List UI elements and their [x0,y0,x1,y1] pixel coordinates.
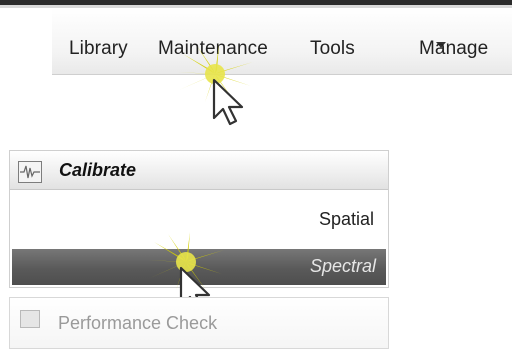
menu-item-label: Spatial [318,209,374,229]
menu-maintenance[interactable]: Maintenance [158,38,268,60]
calibrate-panel: Calibrate Spatial Spectral [9,150,389,288]
menu-bar: Library Maintenance Tools Manage [52,8,512,75]
waveform-icon [18,161,42,183]
menu-manage[interactable]: Manage [419,38,488,60]
menu-library[interactable]: Library [69,38,128,60]
calibrate-panel-header[interactable]: Calibrate [10,151,388,190]
arrow-cursor-icon [212,78,244,126]
section-label: Performance Check [58,313,218,333]
menu-item-spectral[interactable]: Spectral [12,249,386,285]
menu-item-label: Spectral [309,256,376,276]
panel-title: Calibrate [59,160,137,180]
checkbox-icon [20,310,40,328]
performance-check-section[interactable]: Performance Check [9,297,389,349]
menu-tools[interactable]: Tools [310,38,355,60]
menu-item-spatial[interactable]: Spatial [10,199,388,241]
